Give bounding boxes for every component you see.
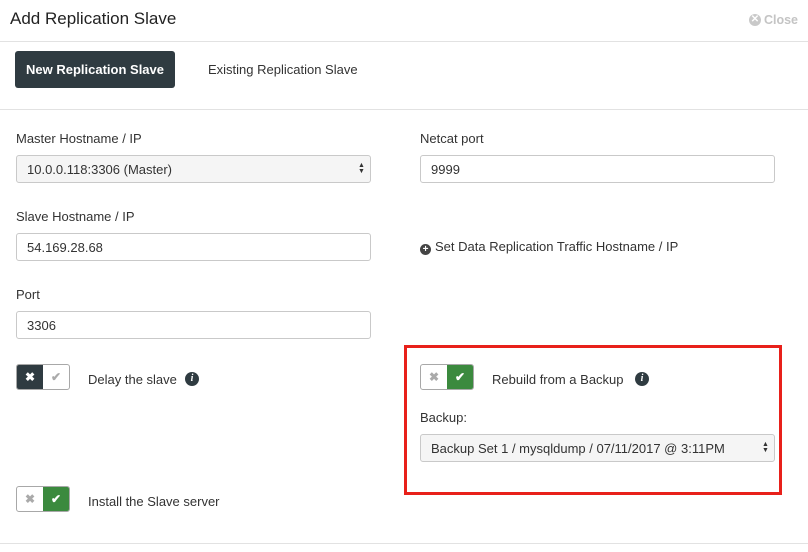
set-traffic-hostname-link[interactable]: + Set Data Replication Traffic Hostname /…: [420, 239, 678, 255]
set-traffic-hostname-label: Set Data Replication Traffic Hostname / …: [435, 239, 679, 254]
info-icon[interactable]: i: [635, 372, 649, 386]
tab-existing-replication-slave[interactable]: Existing Replication Slave: [208, 62, 358, 77]
close-circle-icon: ✕: [748, 14, 761, 26]
select-arrows-icon: ▲ ▼: [762, 441, 769, 454]
port-label: Port: [16, 287, 40, 302]
dialog-title: Add Replication Slave: [10, 9, 177, 28]
close-label: Close: [763, 13, 798, 27]
netcat-port-label: Netcat port: [420, 131, 484, 146]
times-icon: ✖: [24, 492, 36, 506]
slave-hostname-label: Slave Hostname / IP: [16, 209, 135, 224]
backup-select[interactable]: Backup Set 1 / mysqldump / 07/11/2017 @ …: [420, 434, 775, 462]
rebuild-backup-label: Rebuild from a Backup: [492, 372, 624, 387]
check-icon: ✔: [447, 365, 473, 389]
master-hostname-select[interactable]: 10.0.0.118:3306 (Master) ▲ ▼: [16, 155, 371, 183]
port-value: 3306: [27, 317, 56, 333]
info-icon[interactable]: i: [185, 372, 199, 386]
install-slave-toggle[interactable]: ✖ ✔: [16, 486, 70, 512]
footer-divider: [0, 543, 808, 544]
tabs-divider: [0, 109, 808, 110]
delay-slave-label: Delay the slave: [88, 372, 177, 387]
times-icon: ✖: [17, 365, 43, 389]
port-input[interactable]: 3306: [16, 311, 371, 339]
delay-slave-toggle[interactable]: ✖ ✔: [16, 364, 70, 390]
close-button[interactable]: ✕ Close: [748, 13, 798, 27]
plus-circle-icon: +: [420, 244, 431, 255]
netcat-port-input[interactable]: 9999: [420, 155, 775, 183]
netcat-port-value: 9999: [431, 161, 460, 177]
slave-hostname-value: 54.169.28.68: [27, 239, 103, 255]
backup-value: Backup Set 1 / mysqldump / 07/11/2017 @ …: [431, 440, 725, 456]
header-divider: [0, 41, 808, 42]
master-hostname-value: 10.0.0.118:3306 (Master): [27, 161, 173, 177]
check-icon: ✔: [43, 487, 69, 511]
times-icon: ✖: [428, 370, 440, 384]
tab-new-replication-slave[interactable]: New Replication Slave: [15, 51, 175, 88]
master-hostname-label: Master Hostname / IP: [16, 131, 142, 146]
check-icon: ✔: [50, 370, 62, 384]
rebuild-backup-toggle[interactable]: ✖ ✔: [420, 364, 474, 390]
select-arrows-icon: ▲ ▼: [358, 162, 365, 175]
backup-label: Backup:: [420, 410, 467, 425]
install-slave-label: Install the Slave server: [88, 494, 220, 509]
slave-hostname-input[interactable]: 54.169.28.68: [16, 233, 371, 261]
